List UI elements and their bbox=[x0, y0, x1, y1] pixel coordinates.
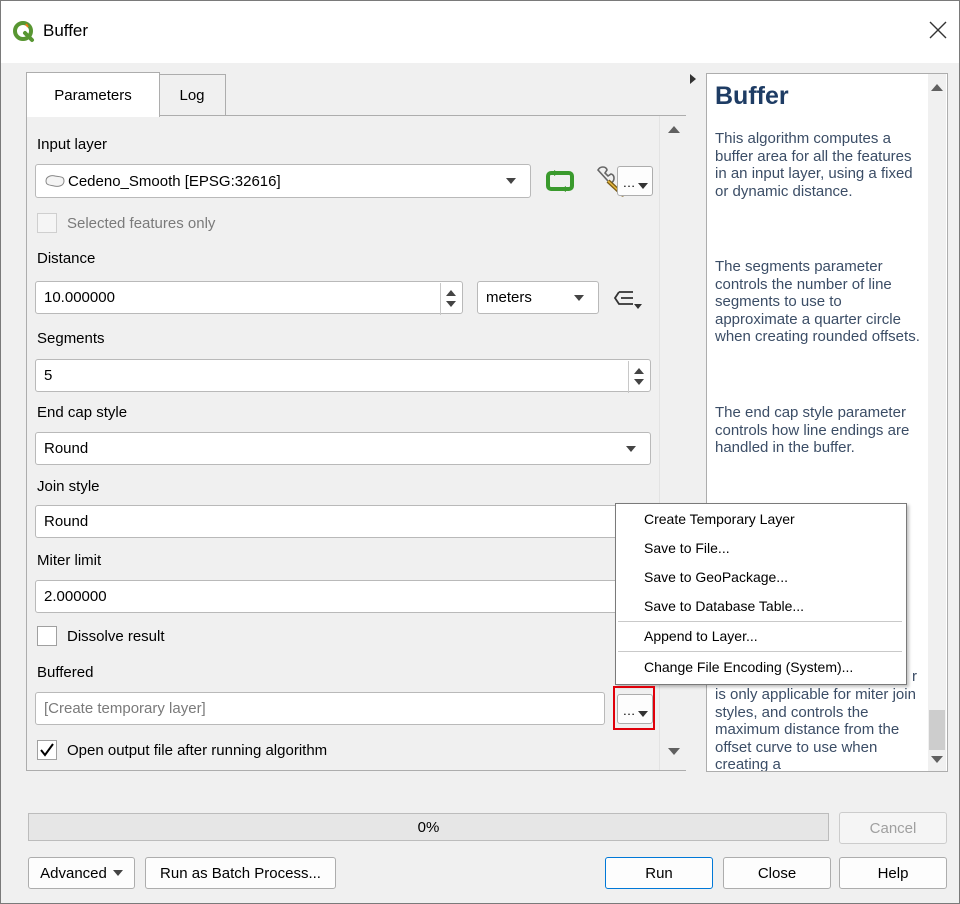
help-paragraph-3: The end cap style parameter controls how… bbox=[715, 404, 910, 456]
help-button-label: Help bbox=[877, 864, 909, 882]
chevron-down-icon bbox=[626, 445, 636, 452]
parameters-panel: Input layer Cedeno_Smooth [EPSG:32616] …… bbox=[26, 115, 686, 771]
chevron-down-icon bbox=[112, 870, 123, 876]
menu-item-change-file-encoding[interactable]: Change File Encoding (System)... bbox=[644, 659, 853, 675]
distance-unit-combo[interactable]: meters bbox=[477, 281, 599, 314]
end-cap-style-value: Round bbox=[44, 440, 89, 457]
tab-parameters[interactable]: Parameters bbox=[26, 72, 160, 117]
join-style-combo[interactable]: Round bbox=[35, 505, 651, 538]
advanced-button-label: Advanced bbox=[40, 864, 107, 882]
segments-label: Segments bbox=[37, 330, 105, 347]
help-button[interactable]: Help bbox=[839, 857, 947, 889]
help-paragraph-1: This algorithm computes a buffer area fo… bbox=[715, 130, 913, 200]
tab-log[interactable]: Log bbox=[158, 74, 226, 115]
buffered-output-label: Buffered bbox=[37, 664, 94, 681]
data-defined-override-icon[interactable] bbox=[613, 286, 645, 312]
selected-features-label: Selected features only bbox=[67, 215, 216, 232]
polygon-layer-icon bbox=[45, 175, 65, 187]
input-layer-value: Cedeno_Smooth [EPSG:32616] bbox=[68, 172, 281, 190]
menu-separator bbox=[618, 621, 902, 622]
help-paragraph-4-fragment: r bbox=[912, 668, 917, 685]
distance-input[interactable]: 10.000000 bbox=[35, 281, 463, 315]
advanced-button[interactable]: Advanced bbox=[28, 857, 135, 889]
menu-item-save-to-file[interactable]: Save to File... bbox=[644, 540, 730, 556]
end-cap-style-combo[interactable]: Round bbox=[35, 432, 651, 465]
menu-separator bbox=[618, 651, 902, 652]
checkmark-icon bbox=[40, 743, 54, 757]
segments-input[interactable]: 5 bbox=[35, 359, 651, 393]
menu-item-append-to-layer[interactable]: Append to Layer... bbox=[644, 628, 758, 644]
help-paragraph-2: The segments parameter controls the numb… bbox=[715, 258, 920, 345]
input-layer-label: Input layer bbox=[37, 136, 108, 153]
miter-limit-label: Miter limit bbox=[37, 552, 102, 569]
tab-parameters-label: Parameters bbox=[54, 86, 132, 104]
join-style-value: Round bbox=[44, 513, 89, 530]
collapse-help-icon[interactable] bbox=[689, 73, 697, 85]
help-paragraph-4: is only applicable for miter join styles… bbox=[715, 686, 916, 772]
selected-features-checkbox[interactable] bbox=[37, 213, 57, 233]
more-ellipsis-label: … bbox=[622, 175, 636, 190]
buffered-output-placeholder: [Create temporary layer] bbox=[44, 700, 206, 717]
run-as-batch-button-label: Run as Batch Process... bbox=[160, 864, 321, 882]
run-button-label: Run bbox=[645, 864, 673, 882]
qgis-logo-icon bbox=[13, 21, 34, 42]
scroll-down-icon[interactable] bbox=[668, 748, 680, 755]
cancel-button-label: Cancel bbox=[869, 819, 917, 837]
progress-bar: 0% bbox=[28, 813, 829, 841]
buffer-dialog: Buffer Parameters Log Input layer Cedeno… bbox=[0, 0, 960, 904]
scroll-up-icon[interactable] bbox=[668, 126, 680, 133]
input-layer-combo[interactable]: Cedeno_Smooth [EPSG:32616] bbox=[35, 164, 531, 198]
menu-item-save-to-database-table[interactable]: Save to Database Table... bbox=[644, 598, 804, 614]
dissolve-result-checkbox[interactable] bbox=[37, 626, 57, 646]
help-title: Buffer bbox=[715, 82, 789, 110]
tab-log-label: Log bbox=[179, 86, 205, 104]
help-scrollbar[interactable] bbox=[928, 74, 946, 771]
close-button[interactable]: Close bbox=[723, 857, 831, 889]
miter-limit-input[interactable]: 2.000000 bbox=[35, 580, 651, 613]
buffered-output-input[interactable]: [Create temporary layer] bbox=[35, 692, 605, 725]
open-output-label: Open output file after running algorithm bbox=[67, 742, 328, 759]
distance-label: Distance bbox=[37, 250, 96, 267]
scroll-up-icon[interactable] bbox=[931, 84, 943, 91]
distance-unit-value: meters bbox=[486, 289, 532, 306]
chevron-down-icon bbox=[574, 294, 584, 301]
dissolve-result-label: Dissolve result bbox=[67, 628, 165, 645]
title-bar: Buffer bbox=[1, 1, 959, 63]
segments-value: 5 bbox=[44, 367, 53, 384]
help-scroll-thumb[interactable] bbox=[929, 710, 945, 750]
highlight-box bbox=[613, 686, 655, 730]
menu-item-save-to-geopackage[interactable]: Save to GeoPackage... bbox=[644, 569, 788, 585]
segments-spinner[interactable] bbox=[628, 361, 644, 393]
menu-item-create-temporary-layer[interactable]: Create Temporary Layer bbox=[644, 511, 795, 527]
end-cap-style-label: End cap style bbox=[37, 404, 128, 421]
iterate-icon[interactable] bbox=[545, 168, 575, 194]
chevron-down-icon bbox=[506, 178, 516, 184]
dropdown-arrow-icon bbox=[637, 183, 648, 189]
input-layer-more-button[interactable]: … bbox=[617, 166, 653, 196]
window-title: Buffer bbox=[43, 21, 89, 40]
miter-limit-value: 2.000000 bbox=[44, 588, 107, 605]
distance-value: 10.000000 bbox=[44, 289, 115, 306]
distance-spinner[interactable] bbox=[440, 283, 456, 315]
close-button-label: Close bbox=[757, 864, 797, 882]
join-style-label: Join style bbox=[37, 478, 100, 495]
close-window-icon[interactable] bbox=[927, 19, 949, 41]
open-output-checkbox[interactable] bbox=[37, 740, 57, 760]
scroll-down-icon[interactable] bbox=[931, 756, 943, 763]
parameters-scroll-area: Input layer Cedeno_Smooth [EPSG:32616] …… bbox=[27, 116, 659, 770]
run-button[interactable]: Run bbox=[605, 857, 713, 889]
cancel-button[interactable]: Cancel bbox=[839, 812, 947, 844]
run-as-batch-button[interactable]: Run as Batch Process... bbox=[145, 857, 336, 889]
progress-percent: 0% bbox=[417, 818, 440, 836]
output-options-menu: Create Temporary Layer Save to File... S… bbox=[615, 503, 907, 685]
